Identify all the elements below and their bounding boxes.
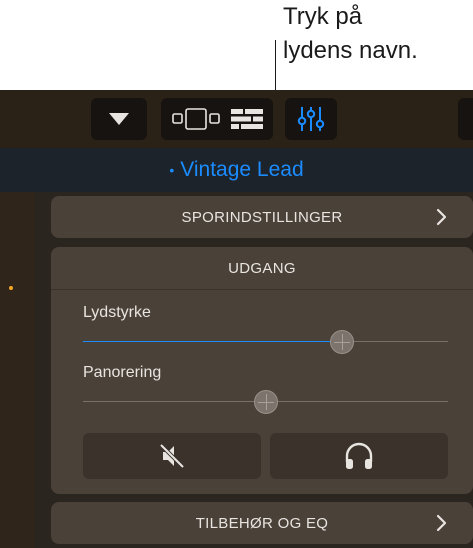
browser-toggle-button[interactable]	[91, 98, 147, 140]
pan-slider-knob[interactable]	[253, 390, 278, 414]
volume-slider-fill	[83, 341, 343, 342]
plugins-eq-row[interactable]: TILBEHØR OG EQ	[51, 502, 473, 544]
mute-button[interactable]	[83, 433, 261, 479]
callout-line-2: lydens navn.	[283, 37, 418, 64]
callout-line-1: Tryk på	[283, 3, 363, 30]
smart-controls-view-button[interactable]	[171, 106, 223, 132]
track-settings-row[interactable]: SPORINDSTILLINGER	[51, 196, 473, 238]
sound-name[interactable]: Vintage Lead	[180, 158, 303, 182]
view-segmented-control	[161, 98, 273, 140]
tracks-view-button[interactable]	[230, 107, 264, 131]
pan-label: Panorering	[83, 364, 162, 381]
mixer-button[interactable]	[285, 98, 337, 140]
tracks-icon	[230, 109, 263, 129]
plugins-eq-label: TILBEHØR OG EQ	[195, 514, 329, 532]
track-indicator-dot	[9, 286, 13, 290]
volume-slider-knob[interactable]	[330, 330, 355, 354]
solo-button[interactable]	[270, 433, 448, 479]
volume-slider-track[interactable]	[83, 341, 448, 342]
speaker-muted-icon	[159, 443, 185, 469]
title-dot: •	[169, 162, 175, 178]
output-title: UDGANG	[228, 259, 296, 277]
output-divider	[51, 289, 473, 290]
callout-annotation: Tryk på lydens navn.	[283, 0, 473, 68]
mixer-icon	[297, 107, 325, 131]
track-header-strip	[0, 192, 34, 548]
volume-label: Lydstyrke	[83, 304, 151, 321]
app-window: • Vintage Lead SPORINDSTILLINGER UDGANG …	[0, 90, 473, 548]
triangle-down-icon	[109, 113, 129, 125]
track-settings-label: SPORINDSTILLINGER	[181, 208, 343, 226]
toolbar	[0, 90, 473, 148]
smart-controls-icon	[171, 108, 220, 130]
sound-name-button[interactable]: • Vintage Lead	[0, 148, 473, 192]
headphones-icon	[345, 442, 373, 469]
output-panel: UDGANG Lydstyrke Panorering	[51, 247, 473, 494]
chevron-right-icon	[436, 208, 447, 226]
toolbar-edge-button[interactable]	[458, 98, 473, 140]
chevron-right-icon	[436, 514, 447, 532]
